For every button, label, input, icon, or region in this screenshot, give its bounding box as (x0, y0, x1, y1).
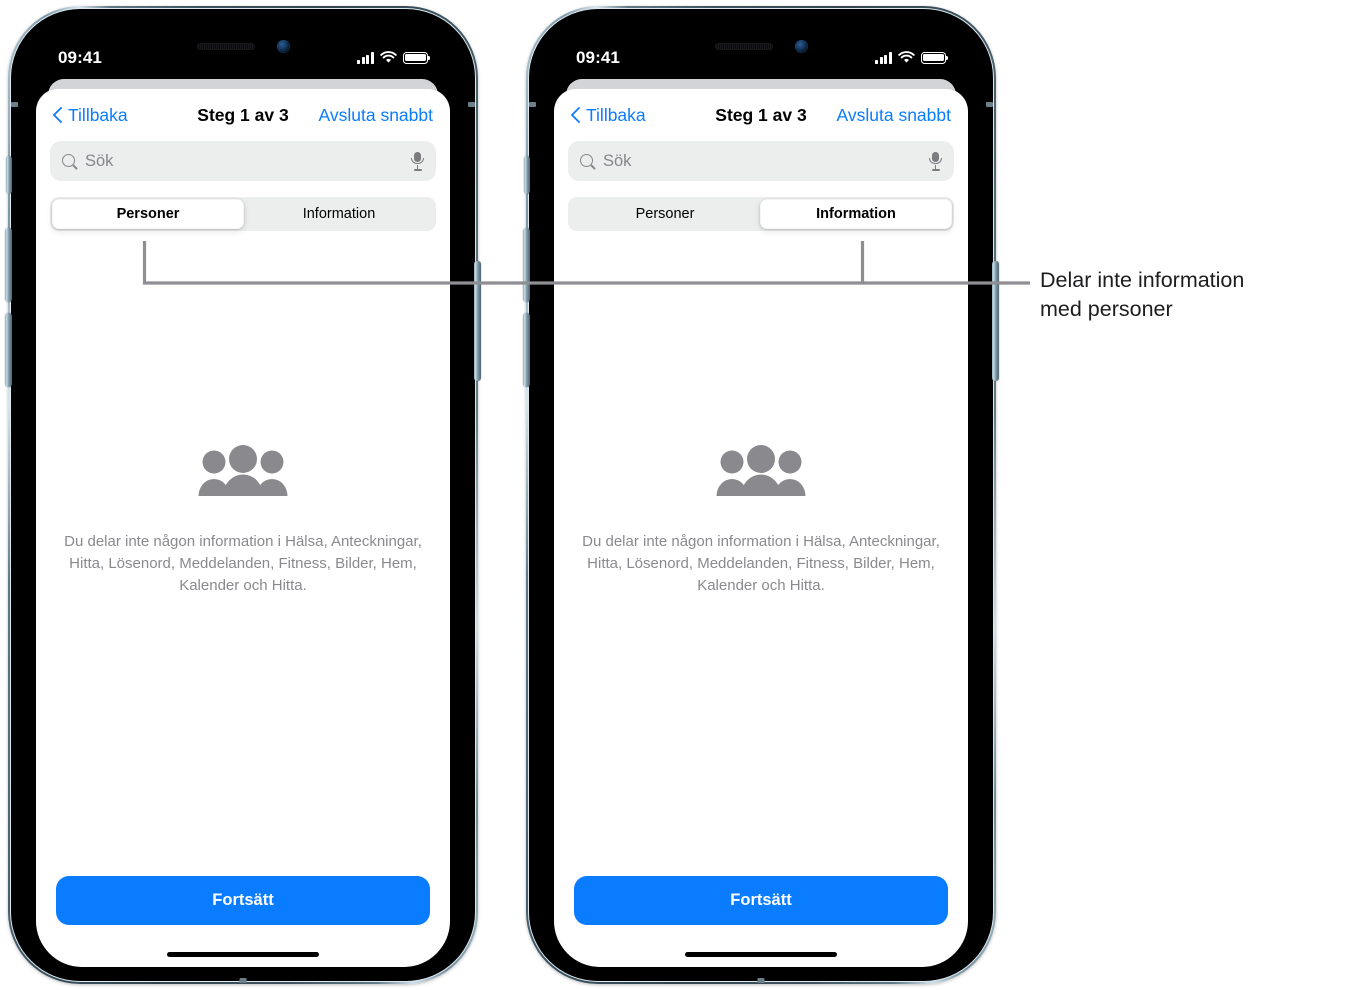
people-group-icon (198, 444, 288, 496)
back-button[interactable]: Tillbaka (53, 105, 128, 126)
dynamic-island (675, 33, 847, 59)
chevron-left-icon (571, 106, 582, 125)
antenna-band-bottom (239, 978, 247, 983)
wifi-icon (380, 51, 397, 63)
home-indicator[interactable] (685, 951, 837, 957)
continue-button[interactable]: Fortsätt (56, 875, 430, 925)
earpiece-speaker-icon (196, 42, 255, 50)
phone-mockup-left: 09:41 Tillbaka Steg 1 av 3 Avsluta snabb… (5, 6, 481, 984)
volume-up-button[interactable] (5, 228, 12, 302)
quick-exit-button[interactable]: Avsluta snabbt (319, 105, 433, 126)
volume-down-button[interactable] (523, 313, 530, 387)
navigation-bar: Tillbaka Steg 1 av 3 Avsluta snabbt (36, 89, 450, 141)
back-button[interactable]: Tillbaka (571, 105, 646, 126)
empty-state: Du delar inte någon information i Hälsa,… (36, 165, 450, 876)
status-time: 09:41 (58, 47, 102, 67)
antenna-band-top-left (529, 102, 536, 107)
footer-section: Fortsätt (554, 875, 968, 968)
antenna-band-top-right (986, 102, 993, 107)
volume-down-button[interactable] (5, 313, 12, 387)
power-button[interactable] (992, 261, 999, 381)
status-time: 09:41 (576, 47, 620, 67)
footer-section: Fortsätt (36, 875, 450, 968)
volume-up-button[interactable] (523, 228, 530, 302)
home-indicator[interactable] (167, 951, 319, 957)
power-button[interactable] (474, 261, 481, 381)
callout-line-1: Delar inte information (1040, 268, 1245, 292)
segmented-control[interactable]: Personer Information (50, 197, 436, 231)
empty-state-message: Du delar inte någon information i Hälsa,… (64, 532, 422, 594)
phone-screen-right: 09:41 Tillbaka Steg 1 av 3 Avsluta snabb… (544, 23, 978, 967)
quick-exit-button[interactable]: Avsluta snabbt (837, 105, 951, 126)
antenna-band-top-left (11, 102, 18, 107)
sheet-card: Tillbaka Steg 1 av 3 Avsluta snabbt Sök (554, 89, 968, 967)
phone-mockup-right: 09:41 Tillbaka Steg 1 av 3 Avsluta snabb… (523, 6, 999, 984)
cellular-bars-icon (357, 52, 374, 64)
microphone-icon[interactable] (410, 151, 425, 171)
empty-state-message: Du delar inte någon information i Hälsa,… (582, 532, 940, 594)
callout-line-2: med personer (1040, 296, 1173, 321)
illustration-canvas: 09:41 Tillbaka Steg 1 av 3 Avsluta snabb… (0, 0, 1354, 990)
antenna-band-bottom (757, 978, 765, 983)
segmented-control[interactable]: Personer Information (568, 197, 954, 231)
dynamic-island (157, 33, 329, 59)
segment-personer[interactable]: Personer (570, 199, 760, 229)
segment-information[interactable]: Information (244, 199, 434, 229)
segment-information[interactable]: Information (760, 199, 952, 229)
wifi-icon (898, 51, 915, 63)
search-icon (579, 153, 596, 170)
battery-icon (403, 51, 431, 64)
cellular-bars-icon (875, 52, 892, 64)
people-group-icon (716, 444, 806, 496)
mute-switch-button[interactable] (6, 156, 12, 194)
empty-state: Du delar inte någon information i Hälsa,… (554, 165, 968, 876)
segment-personer[interactable]: Personer (52, 199, 244, 229)
navigation-bar: Tillbaka Steg 1 av 3 Avsluta snabbt (554, 89, 968, 141)
earpiece-speaker-icon (714, 42, 773, 50)
chevron-left-icon (53, 106, 64, 125)
sheet-card: Tillbaka Steg 1 av 3 Avsluta snabbt Sök (36, 89, 450, 967)
status-indicators (875, 51, 949, 64)
mute-switch-button[interactable] (524, 156, 530, 194)
battery-icon (921, 51, 949, 64)
status-indicators (357, 51, 431, 64)
phone-screen-left: 09:41 Tillbaka Steg 1 av 3 Avsluta snabb… (26, 23, 460, 967)
callout-label: Delar inte information med personer (1040, 266, 1340, 323)
front-camera-icon (794, 39, 808, 53)
back-button-label: Tillbaka (68, 104, 128, 125)
back-button-label: Tillbaka (586, 104, 646, 125)
search-icon (61, 153, 78, 170)
front-camera-icon (276, 39, 290, 53)
continue-button[interactable]: Fortsätt (574, 875, 948, 925)
antenna-band-top-right (468, 102, 475, 107)
microphone-icon[interactable] (928, 151, 943, 171)
